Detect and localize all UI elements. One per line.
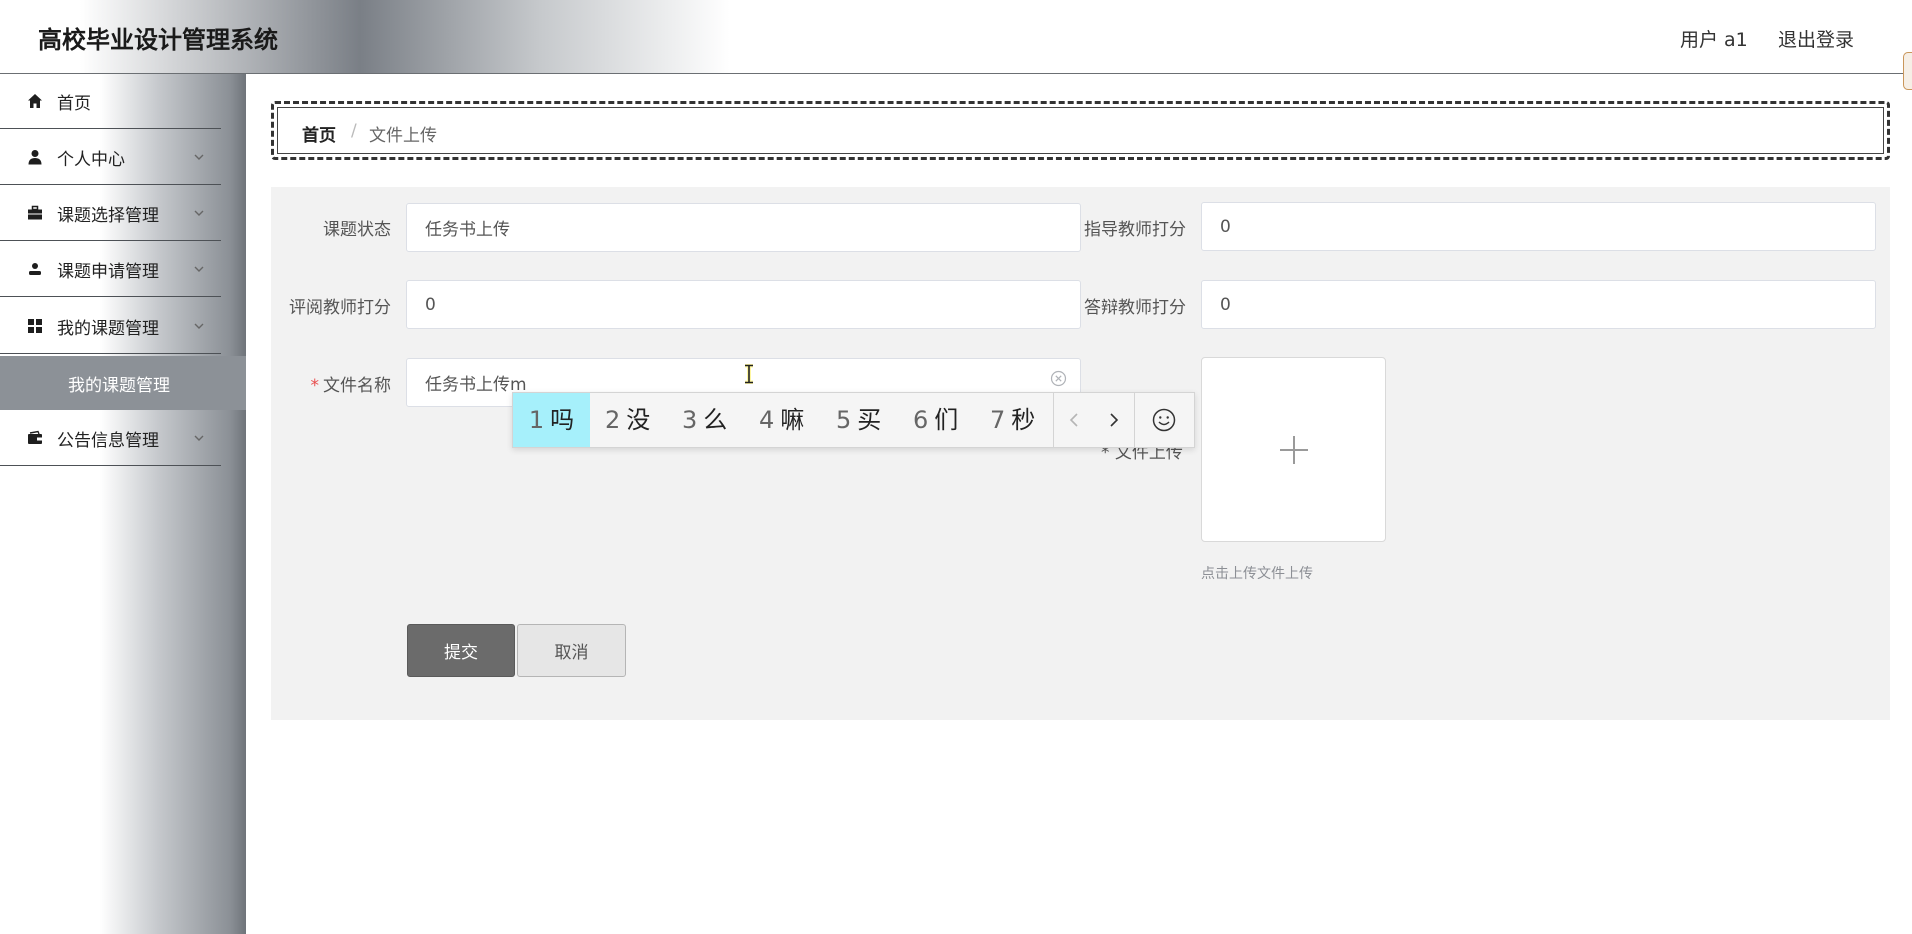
plus-icon [1280,436,1308,464]
ime-candidate-number: 7 [990,406,1006,434]
sidebar-item-label: 个人中心 [57,150,125,170]
clear-input-icon[interactable] [1050,370,1067,387]
home-icon [28,94,42,108]
sidebar-subitem-label: 我的课题管理 [68,376,170,396]
edge-handle[interactable] [1903,52,1912,90]
file-name-label: * 文件名称 [291,371,392,396]
ime-candidate-char: 没 [626,406,651,434]
topic-status-label: 课题状态 [323,220,391,240]
ime-candidate-char: 们 [934,406,959,434]
reviewer-score-input[interactable] [406,280,1081,329]
ime-emoji-button[interactable] [1135,393,1193,447]
sidebar-item-topic-selection[interactable]: 课题选择管理 [0,186,221,241]
sidebar-item-label: 公告信息管理 [57,431,159,451]
ime-candidate-7[interactable]: 7秒 [990,393,1035,447]
briefcase-icon [28,205,42,220]
ime-candidate-char: 买 [857,406,882,434]
ime-candidate-2[interactable]: 2没 [605,393,650,447]
reviewer-score-label: 评阅教师打分 [289,298,391,318]
ime-candidate-6[interactable]: 6们 [913,393,958,447]
sidebar-item-label: 首页 [57,94,91,114]
ime-candidate-number: 2 [605,406,621,434]
ime-candidate-3[interactable]: 3么 [682,393,727,447]
advisor-score-label: 指导教师打分 [1084,220,1186,240]
chevron-down-icon [194,210,204,216]
ime-candidate-1[interactable]: 1吗 [513,393,590,447]
topic-status-input[interactable] [406,203,1081,252]
sidebar-item-topic-application[interactable]: 课题申请管理 [0,242,221,297]
defense-score-input[interactable] [1201,280,1876,329]
person-icon [29,263,41,275]
user-icon [28,150,42,165]
logout-link[interactable]: 退出登录 [1778,25,1854,52]
text-cursor-icon [745,364,753,384]
smiley-icon [1152,408,1176,432]
ime-candidate-char: 秒 [1011,406,1036,434]
ime-candidate-char: 吗 [550,406,575,434]
chevron-down-icon [194,435,204,441]
sidebar-item-label: 我的课题管理 [57,319,159,339]
ime-candidate-number: 1 [528,406,545,434]
current-user-label: 用户 a1 [1680,29,1748,51]
ime-candidate-4[interactable]: 4嘛 [759,393,804,447]
grid-icon [28,319,42,333]
upload-hint: 点击上传文件上传 [1201,566,1313,582]
cancel-button[interactable]: 取消 [517,624,626,677]
chevron-down-icon [194,154,204,160]
sidebar-item-label: 课题申请管理 [57,262,159,282]
sidebar-subitem-my-topic[interactable]: 我的课题管理 [0,356,246,410]
ime-candidate-number: 4 [759,406,775,434]
chevron-down-icon [194,323,204,329]
file-name-label-text: 文件名称 [323,376,391,396]
top-header: 高校毕业设计管理系统 用户 a1 退出登录 [0,0,1912,90]
sidebar-item-home[interactable]: 首页 [0,74,221,129]
sidebar-item-label: 课题选择管理 [57,206,159,226]
sidebar-item-personal-center[interactable]: 个人中心 [0,130,221,185]
breadcrumb-current: 文件上传 [369,126,437,146]
sidebar-item-my-topic[interactable]: 我的课题管理 [0,299,221,354]
sidebar: 首页 个人中心 课题选择管理 课题申请管理 我的课题管理 我的课题管理 公告信息… [0,74,246,934]
chevron-left-icon [1069,413,1078,427]
ime-candidate-char: 嘛 [780,406,805,434]
breadcrumb-home-link[interactable]: 首页 [302,121,336,146]
required-asterisk: * [310,376,320,396]
chevron-down-icon [194,266,204,272]
ime-next-page-button[interactable] [1094,393,1134,447]
submit-button[interactable]: 提交 [407,624,515,677]
advisor-score-input[interactable] [1201,202,1876,251]
ime-candidate-number: 6 [913,406,929,434]
ime-candidate-char: 么 [703,406,728,434]
breadcrumb-separator: / [351,121,357,141]
ime-candidate-number: 3 [682,406,698,434]
ime-candidate-bar: 1吗 2没 3么 4嘛 5买 6们 7秒 [512,392,1195,448]
ime-prev-page-button[interactable] [1054,393,1094,447]
ime-candidate-number: 5 [836,406,852,434]
file-upload-area[interactable] [1201,357,1386,542]
wallet-icon [28,430,42,444]
breadcrumb: 首页 / 文件上传 [271,101,1890,160]
ime-candidate-5[interactable]: 5买 [836,393,881,447]
app-title: 高校毕业设计管理系统 [38,26,278,54]
sidebar-item-announcements[interactable]: 公告信息管理 [0,411,221,466]
chevron-right-icon [1110,413,1119,427]
defense-score-label: 答辩教师打分 [1084,298,1186,318]
